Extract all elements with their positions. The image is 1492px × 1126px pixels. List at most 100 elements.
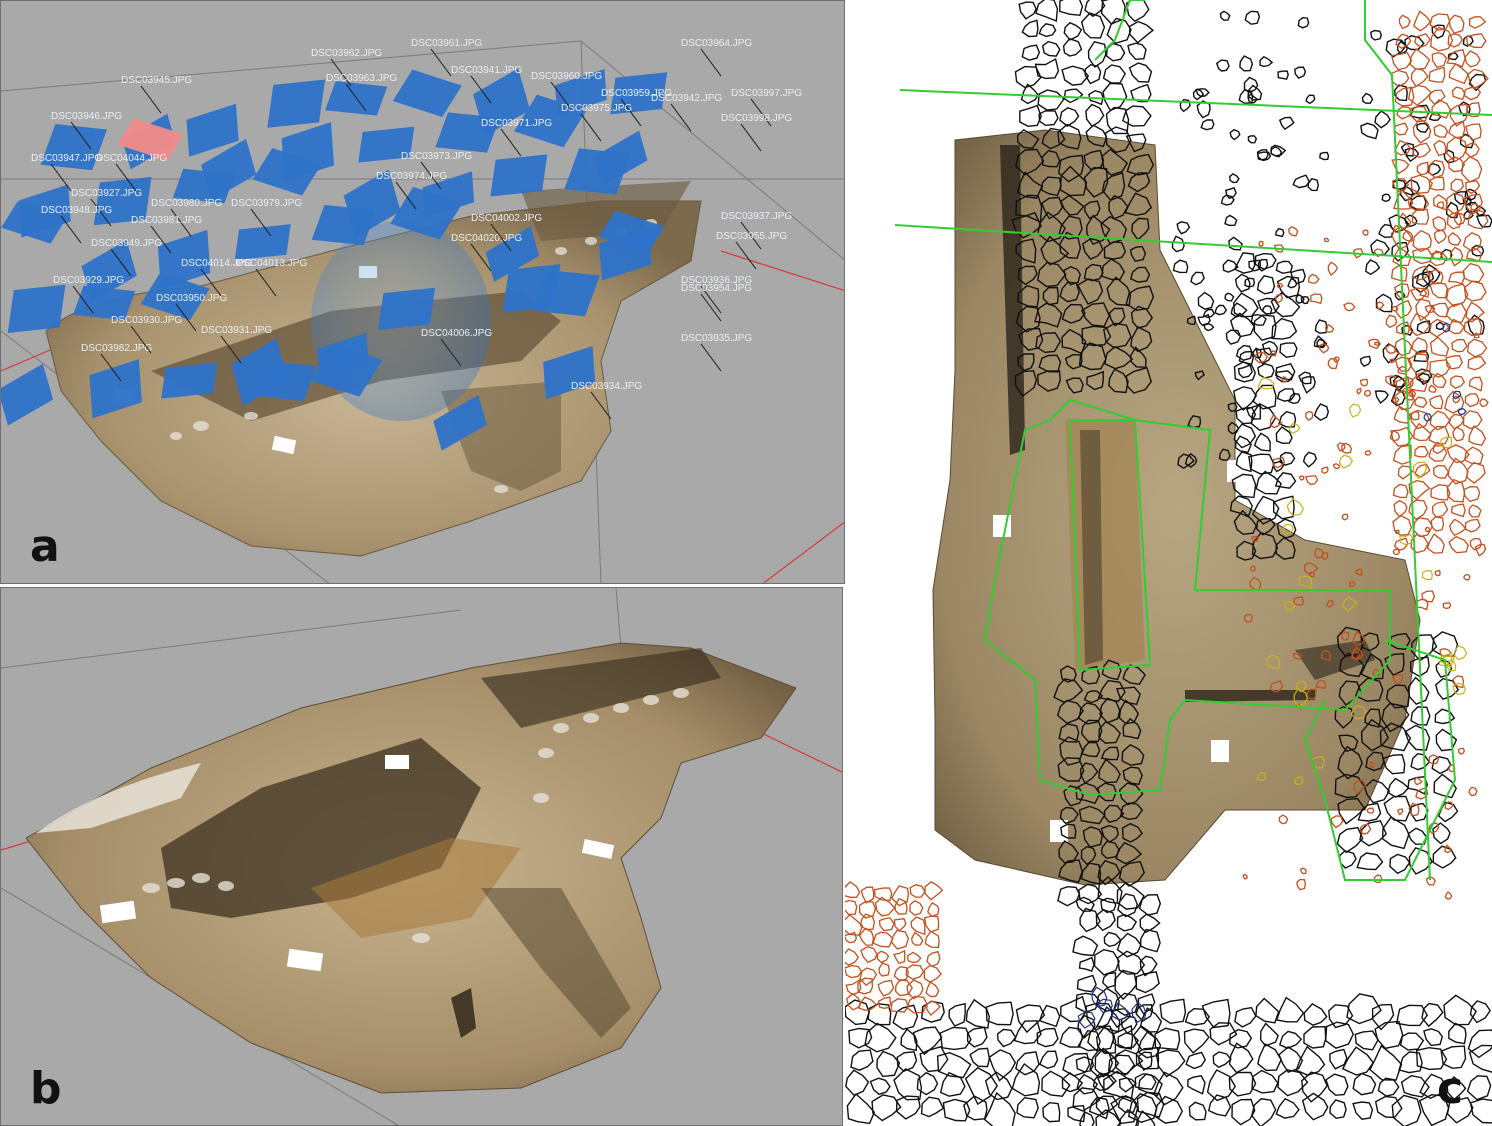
stone xyxy=(936,1051,972,1079)
stone xyxy=(1352,1101,1374,1120)
stone xyxy=(1436,201,1445,209)
stone xyxy=(1307,177,1320,192)
stone xyxy=(1255,997,1280,1024)
stone xyxy=(1257,1043,1282,1072)
stone xyxy=(1251,1098,1277,1126)
stone xyxy=(1463,86,1482,101)
stone xyxy=(1279,342,1298,359)
camera-label: DSC03960.JPG xyxy=(531,71,602,82)
camera-frame xyxy=(267,79,326,128)
stone xyxy=(1431,631,1459,657)
stone xyxy=(1038,110,1059,127)
stone xyxy=(864,1022,897,1053)
stone xyxy=(1398,1051,1423,1074)
camera-label: DSC03981.JPG xyxy=(131,215,202,226)
panel-label-a: a xyxy=(30,521,60,572)
stone xyxy=(1469,1098,1492,1124)
camera-frame xyxy=(1,363,54,426)
stone xyxy=(1394,337,1413,357)
stone xyxy=(983,1091,1016,1126)
stone xyxy=(1298,475,1305,481)
stone xyxy=(1041,1070,1071,1097)
camera-label: DSC03930.JPG xyxy=(111,315,182,326)
stone xyxy=(1361,92,1374,104)
stone xyxy=(1301,1092,1329,1121)
stone xyxy=(869,1077,891,1096)
stone xyxy=(1301,376,1316,394)
camera-label: DSC03929.JPG xyxy=(53,275,124,286)
camera-label: DSC04006.JPG xyxy=(421,328,492,339)
stone xyxy=(1341,1046,1375,1076)
textured-model-view xyxy=(1,588,842,1125)
stone xyxy=(1059,107,1080,127)
stone xyxy=(1424,526,1430,533)
stone xyxy=(1200,119,1215,131)
stone xyxy=(1374,1020,1404,1050)
stone xyxy=(1292,174,1311,189)
stone xyxy=(1446,478,1466,503)
stone xyxy=(1398,14,1411,30)
camera-label: DSC03946.JPG xyxy=(51,111,122,122)
stone xyxy=(1207,1094,1232,1117)
stone xyxy=(1463,486,1481,503)
camera-frame xyxy=(7,284,66,333)
stone xyxy=(1183,1028,1210,1054)
stone xyxy=(985,1001,1014,1026)
stone xyxy=(846,1092,876,1125)
stone xyxy=(1421,569,1433,581)
stone xyxy=(1233,252,1256,274)
stone xyxy=(1426,533,1445,554)
camera-frame xyxy=(392,69,462,118)
stone xyxy=(1256,148,1269,161)
stone xyxy=(909,884,926,898)
stone xyxy=(1399,1032,1425,1051)
stone xyxy=(1251,1069,1279,1094)
stone xyxy=(860,945,878,964)
stone xyxy=(859,913,876,931)
camera-label: DSC03947.JPG xyxy=(31,153,102,164)
stone xyxy=(1019,104,1042,128)
stone xyxy=(1343,302,1356,312)
stone xyxy=(1363,389,1372,397)
stone xyxy=(1433,139,1447,157)
stone xyxy=(1257,362,1275,379)
stone xyxy=(925,981,940,998)
stone xyxy=(948,1002,966,1027)
panel-label-c: c xyxy=(1437,1063,1464,1114)
stone xyxy=(1400,1074,1430,1098)
stone xyxy=(1278,1046,1304,1074)
camera-label: DSC03975.JPG xyxy=(561,103,632,114)
stone xyxy=(927,902,940,918)
stone xyxy=(996,1028,1017,1048)
stone xyxy=(1365,259,1381,276)
stone xyxy=(1039,1050,1059,1070)
stone xyxy=(910,916,926,936)
stone xyxy=(1214,304,1228,316)
stone xyxy=(1466,1075,1492,1101)
stone xyxy=(1237,364,1253,379)
stone xyxy=(1463,574,1471,581)
stone xyxy=(923,915,940,933)
stone xyxy=(1041,40,1061,57)
camera-label: DSC03998.JPG xyxy=(721,113,792,124)
stone xyxy=(859,967,878,987)
stone xyxy=(1465,123,1482,141)
stone xyxy=(1463,446,1484,465)
stone xyxy=(1449,518,1467,537)
camera-label: DSC03948.JPG xyxy=(41,205,112,216)
stone xyxy=(1259,55,1274,68)
stone xyxy=(1450,178,1465,193)
stone xyxy=(1269,413,1283,429)
camera-frame xyxy=(490,154,548,197)
stone xyxy=(1176,221,1191,235)
stone xyxy=(1428,66,1446,83)
camera-label: DSC04002.JPG xyxy=(471,213,542,224)
stone xyxy=(911,931,924,946)
stone xyxy=(1377,1077,1400,1097)
stone xyxy=(1229,173,1240,184)
stone xyxy=(1329,1099,1347,1120)
stone xyxy=(1076,974,1097,993)
stone xyxy=(1370,239,1390,256)
stone xyxy=(1154,1027,1181,1051)
camera-label: DSC03950.JPG xyxy=(156,293,227,304)
